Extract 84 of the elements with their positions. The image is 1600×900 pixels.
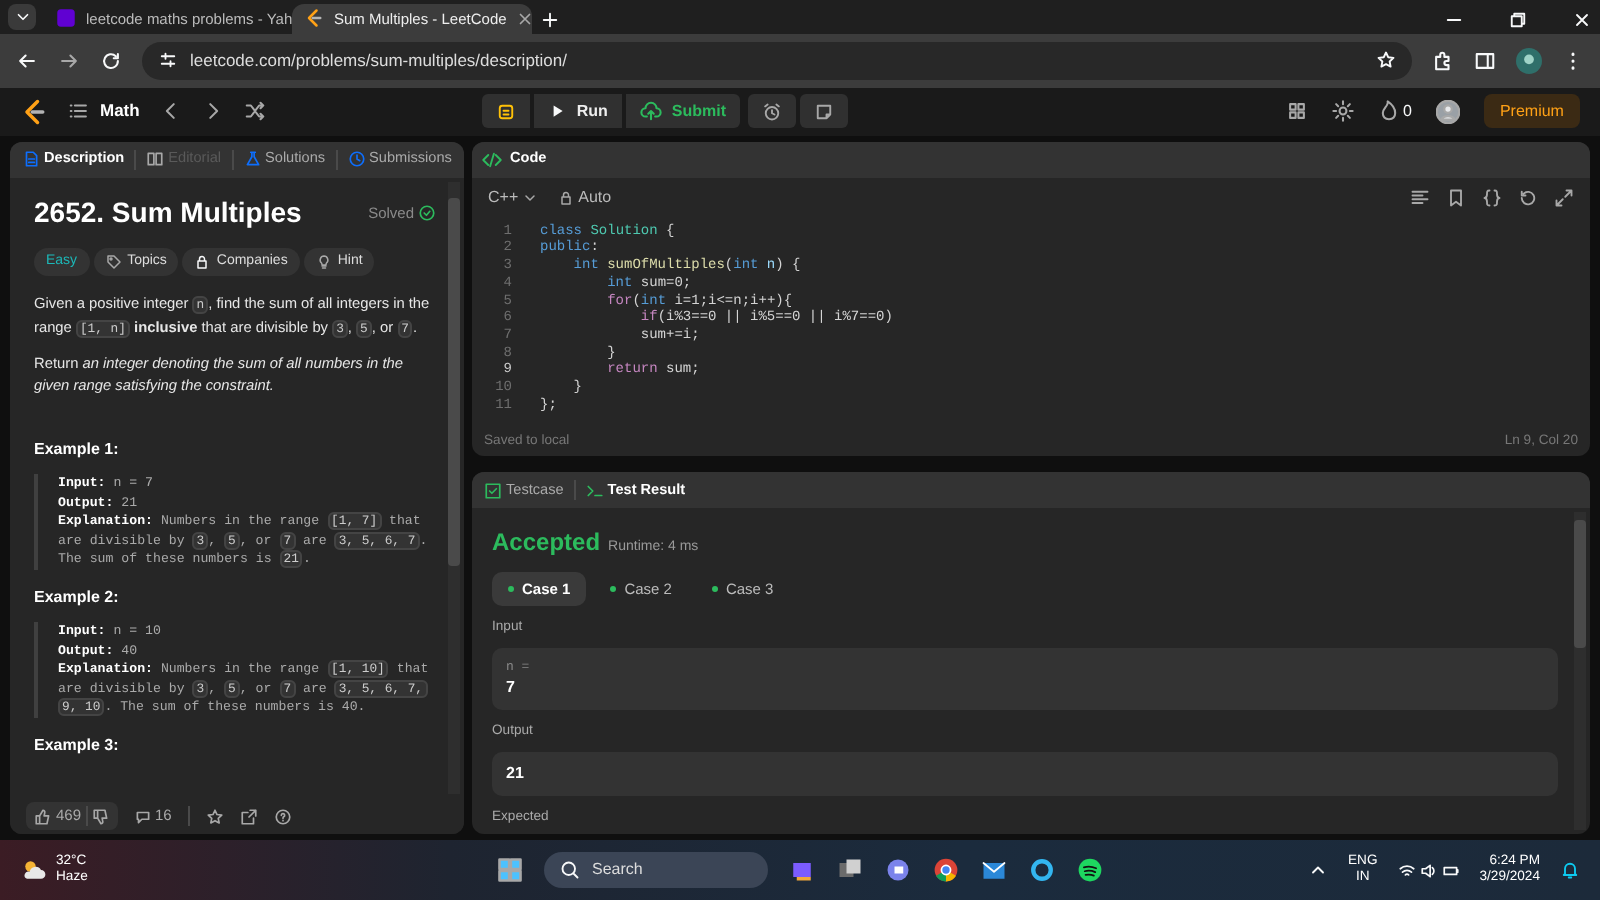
book-icon <box>146 150 165 169</box>
play-icon <box>548 102 567 121</box>
wifi-icon <box>1397 861 1416 880</box>
chat-icon[interactable] <box>884 856 912 885</box>
favicon-icon <box>56 8 76 29</box>
flame-icon[interactable] <box>1377 100 1400 123</box>
address-bar[interactable]: leetcode.com/problems/sum-multiples/description/ <box>142 41 1412 80</box>
bulb-icon <box>315 253 332 270</box>
lock-icon <box>558 189 575 206</box>
example-heading: Example 2: <box>34 586 121 611</box>
expand-icon[interactable] <box>1554 187 1574 208</box>
weather-icon <box>20 856 48 885</box>
side-panel-icon[interactable] <box>1474 49 1496 72</box>
problem-title: 2652. Sum Multiples <box>34 195 302 230</box>
braces-icon[interactable] <box>1482 187 1502 208</box>
problem-list-link[interactable]: Math <box>100 98 140 125</box>
search-icon <box>560 860 580 881</box>
avatar-icon[interactable] <box>1435 99 1460 124</box>
reset-icon[interactable] <box>1518 187 1538 208</box>
flask-icon <box>243 150 262 169</box>
reload-icon[interactable] <box>100 49 122 72</box>
forward-icon[interactable] <box>58 49 80 72</box>
list-icon[interactable] <box>68 100 90 123</box>
run-button[interactable]: Run <box>534 94 622 129</box>
history-icon <box>347 150 366 169</box>
ring-icon[interactable] <box>1028 856 1056 885</box>
auto-mode-toggle[interactable]: Auto <box>558 185 612 210</box>
debug-button[interactable] <box>482 94 531 129</box>
back-icon[interactable] <box>16 49 38 72</box>
thumbs-up-icon <box>34 807 52 826</box>
bug-icon <box>496 101 517 122</box>
settings-icon[interactable] <box>1331 100 1354 123</box>
timer-button[interactable] <box>748 94 797 129</box>
scrollbar[interactable] <box>448 181 460 795</box>
check-circle-icon <box>418 203 436 222</box>
variable-value: 7 <box>506 676 517 701</box>
upload-icon <box>639 100 662 123</box>
format-icon[interactable] <box>1410 187 1430 208</box>
grid-icon[interactable] <box>1285 100 1308 123</box>
site-settings-icon <box>158 50 178 71</box>
streak-count: 0 <box>1403 99 1412 124</box>
checkbox-icon <box>484 481 502 500</box>
code-icon <box>482 149 502 170</box>
mail-icon[interactable] <box>980 856 1008 885</box>
tag-icon <box>105 253 122 270</box>
restore-icon[interactable] <box>1508 9 1528 30</box>
bell-icon[interactable] <box>1560 860 1580 881</box>
alarm-clock-icon <box>762 101 783 122</box>
share-icon[interactable] <box>239 807 258 826</box>
premium-button[interactable]: Premium <box>1483 94 1580 129</box>
verdict-text: Accepted <box>492 526 601 561</box>
submit-button[interactable]: Submit <box>625 94 741 129</box>
help-icon[interactable] <box>273 807 292 826</box>
star-icon[interactable] <box>205 807 224 826</box>
volume-icon <box>1419 861 1438 880</box>
url-text: leetcode.com/problems/sum-multiples/description/ <box>190 48 569 74</box>
note-icon <box>814 101 835 122</box>
shuffle-icon[interactable] <box>243 100 266 123</box>
bookmark-icon[interactable] <box>1446 187 1466 208</box>
chevron-down-icon <box>522 189 539 206</box>
lock-icon <box>194 253 211 270</box>
battery-icon <box>1441 861 1460 880</box>
notes-button[interactable] <box>800 94 849 129</box>
language-select[interactable]: C++ <box>488 185 539 210</box>
scrollbar[interactable] <box>1574 512 1586 831</box>
logo-icon[interactable] <box>20 97 48 126</box>
document-icon <box>22 150 40 169</box>
example-heading: Example 3: <box>34 734 121 758</box>
variable-value: 21 <box>506 761 526 786</box>
leetcode-logo-icon <box>304 8 324 29</box>
example-heading: Example 1: <box>34 438 121 463</box>
start-icon[interactable] <box>496 856 524 885</box>
comment-icon <box>133 807 152 826</box>
browser-icon[interactable] <box>932 856 960 885</box>
search-bar[interactable]: Search <box>544 852 768 889</box>
new-tab-icon[interactable] <box>540 9 560 30</box>
terminal-icon <box>585 481 604 500</box>
extensions-icon[interactable] <box>1432 49 1454 72</box>
tab-search-button[interactable] <box>8 3 36 30</box>
music-icon[interactable] <box>1076 856 1104 885</box>
profile-avatar[interactable] <box>1516 47 1542 74</box>
thumbs-down-icon <box>91 807 110 826</box>
close-icon[interactable] <box>1572 9 1592 30</box>
close-icon[interactable] <box>516 9 535 28</box>
